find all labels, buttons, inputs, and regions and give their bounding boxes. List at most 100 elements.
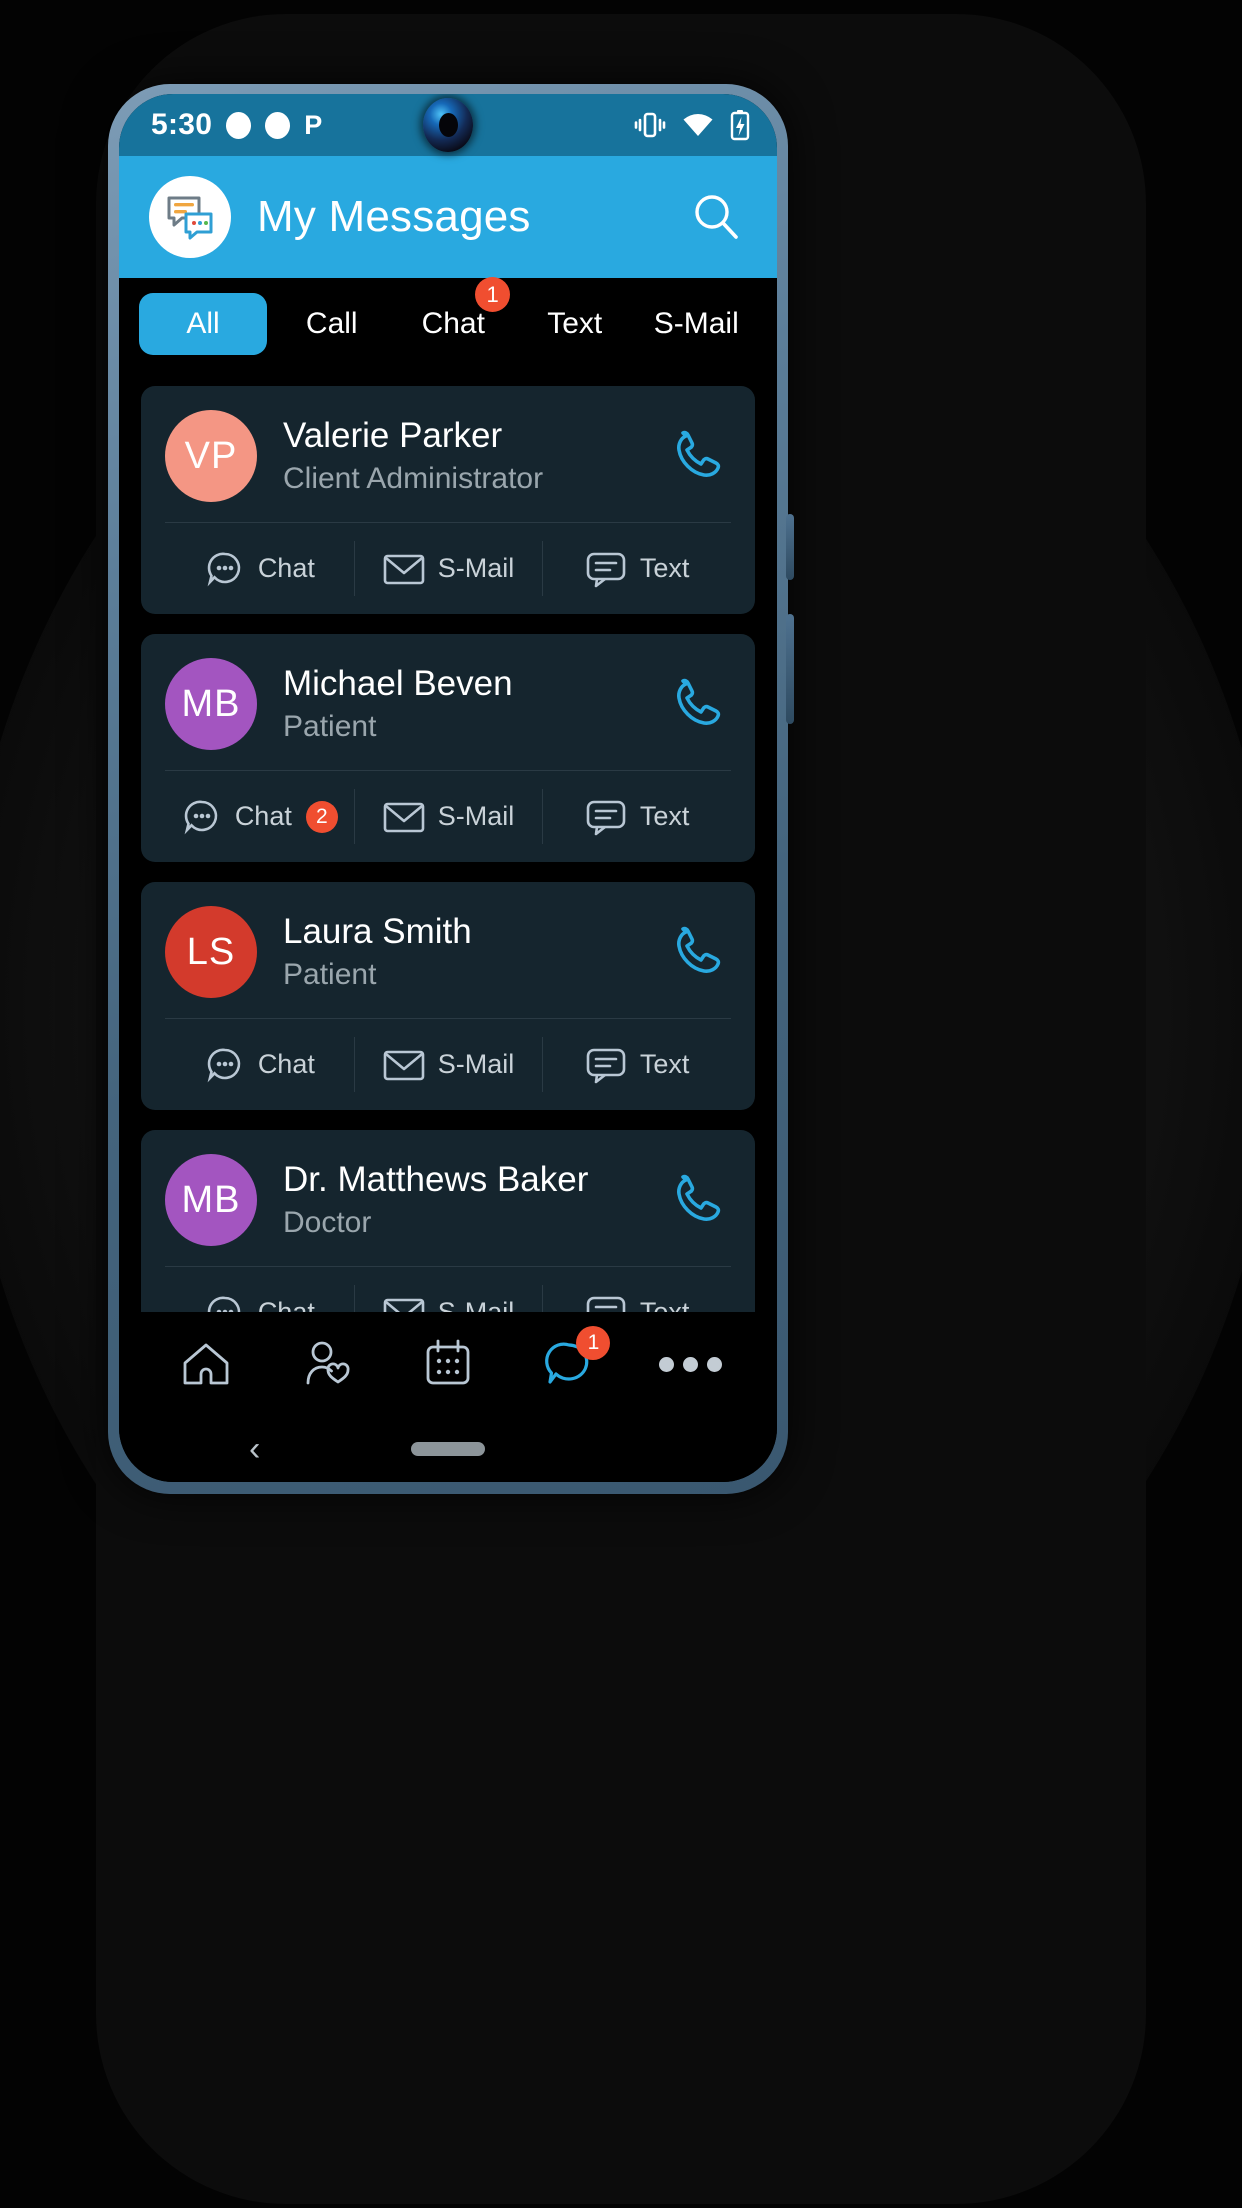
action-label: Text <box>639 1049 690 1079</box>
action-smail[interactable]: S-Mail <box>353 1267 543 1312</box>
contact-name: Dr. Matthews Baker <box>283 1159 589 1199</box>
status-bar-left: 5:30 P <box>151 108 322 142</box>
text-bubble-lines-icon <box>586 1048 626 1083</box>
tab-smail[interactable]: S-Mail <box>636 293 758 355</box>
chat-bubble-dots-icon <box>207 552 241 586</box>
vibrate-icon <box>634 112 666 138</box>
tab-label: S-Mail <box>653 307 739 340</box>
phone-icon[interactable] <box>667 424 731 488</box>
action-smail[interactable]: S-Mail <box>353 523 543 614</box>
chat-bubble-dots-icon <box>184 800 218 834</box>
contact-name: Michael Beven <box>283 663 513 703</box>
phone-frame: 5:30 P My Messages All Call Chat 1 Text … <box>108 84 794 1494</box>
back-button[interactable]: ‹ <box>249 1432 260 1466</box>
messages-logo-icon <box>149 176 231 258</box>
avatar-initials: VP <box>184 434 238 477</box>
contact-summary: MB Dr. Matthews Baker Doctor <box>141 1130 755 1266</box>
nav-home[interactable] <box>145 1312 266 1416</box>
volume-up-button[interactable] <box>786 514 794 580</box>
action-text[interactable]: Text <box>542 771 731 862</box>
text-bubble-lines-icon <box>586 1296 626 1312</box>
nav-messages-badge: 1 <box>576 1326 611 1360</box>
battery-charging-icon <box>730 110 750 141</box>
action-label: Chat <box>234 801 292 831</box>
tab-label: Text <box>547 307 603 340</box>
nav-patient-care[interactable] <box>266 1312 387 1416</box>
avatar: VP <box>165 410 257 502</box>
contact-role: Patient <box>283 957 377 991</box>
nav-calendar[interactable] <box>387 1312 508 1416</box>
tab-text[interactable]: Text <box>514 293 636 355</box>
contact-summary: VP Valerie Parker Client Administrator <box>141 386 755 522</box>
contact-card[interactable]: MB Dr. Matthews Baker Doctor Chat S-Mail… <box>141 1130 755 1312</box>
action-label: Text <box>639 801 690 831</box>
phone-icon[interactable] <box>667 672 731 736</box>
calendar-icon <box>426 1339 470 1385</box>
action-label: Text <box>639 1297 690 1312</box>
action-text[interactable]: Text <box>542 1019 731 1110</box>
contact-card[interactable]: VP Valerie Parker Client Administrator C… <box>141 386 755 614</box>
contact-details: Laura Smith Patient <box>283 911 641 994</box>
tab-call[interactable]: Call <box>271 293 393 355</box>
bottom-navigation: 1 <box>119 1312 777 1416</box>
envelope-icon <box>383 802 425 832</box>
action-smail[interactable]: S-Mail <box>353 1019 543 1110</box>
contact-card[interactable]: LS Laura Smith Patient Chat S-Mail Text <box>141 882 755 1110</box>
patient-care-icon <box>306 1341 350 1385</box>
app-header: My Messages <box>119 156 777 278</box>
front-camera-punch-hole <box>423 98 473 152</box>
action-chat[interactable]: Chat <box>165 1019 354 1110</box>
tab-all[interactable]: All <box>139 293 267 355</box>
action-chat[interactable]: Chat <box>165 523 354 614</box>
notification-dot-icon <box>226 111 252 139</box>
chat-bubble-dots-icon <box>207 1296 241 1312</box>
phone-screen: 5:30 P My Messages All Call Chat 1 Text … <box>119 94 777 1482</box>
action-label: Chat <box>257 1297 315 1312</box>
avatar: MB <box>165 658 257 750</box>
home-indicator[interactable] <box>411 1442 485 1456</box>
contact-actions: Chat 2 S-Mail Text <box>165 770 731 862</box>
contact-summary: MB Michael Beven Patient <box>141 634 755 770</box>
action-smail[interactable]: S-Mail <box>353 771 543 862</box>
contact-name: Valerie Parker <box>283 415 503 455</box>
envelope-icon <box>383 1298 425 1312</box>
notification-dot-icon <box>265 111 291 139</box>
contact-name: Laura Smith <box>283 911 472 951</box>
action-label: S-Mail <box>437 801 515 831</box>
contact-summary: LS Laura Smith Patient <box>141 882 755 1018</box>
action-text[interactable]: Text <box>542 523 731 614</box>
volume-down-button[interactable] <box>786 614 794 724</box>
action-label: S-Mail <box>437 1049 515 1079</box>
search-icon[interactable] <box>685 186 747 248</box>
text-bubble-lines-icon <box>586 552 626 587</box>
nav-more[interactable] <box>630 1312 751 1416</box>
action-label: Chat <box>257 1049 315 1079</box>
tab-chat[interactable]: Chat 1 <box>393 277 515 355</box>
action-chat[interactable]: Chat 2 <box>165 771 354 862</box>
avatar-initials: MB <box>181 1178 241 1221</box>
phone-icon[interactable] <box>667 920 731 984</box>
contact-actions: Chat S-Mail Text <box>165 1266 731 1312</box>
envelope-icon <box>383 554 425 584</box>
contact-card[interactable]: MB Michael Beven Patient Chat 2 S-Mail T… <box>141 634 755 862</box>
envelope-icon <box>383 1050 425 1080</box>
phone-icon[interactable] <box>667 1168 731 1232</box>
system-navigation-bar: ‹ <box>119 1416 777 1482</box>
avatar-initials: LS <box>186 930 236 973</box>
contact-list[interactable]: VP Valerie Parker Client Administrator C… <box>119 370 777 1312</box>
p-indicator-icon: P <box>304 109 323 140</box>
contact-role: Patient <box>283 709 377 743</box>
action-text[interactable]: Text <box>542 1267 731 1312</box>
action-chat[interactable]: Chat <box>165 1267 354 1312</box>
tab-chat-badge: 1 <box>475 277 511 312</box>
nav-messages[interactable]: 1 <box>509 1312 630 1416</box>
page-title: My Messages <box>257 192 531 241</box>
contact-actions: Chat S-Mail Text <box>165 522 731 614</box>
status-bar-clock: 5:30 <box>151 108 213 141</box>
action-chat-badge: 2 <box>305 800 338 833</box>
avatar-initials: MB <box>181 682 241 725</box>
action-label: S-Mail <box>437 1297 515 1312</box>
action-label: Text <box>639 553 690 583</box>
tab-label: Chat <box>421 307 485 340</box>
text-bubble-lines-icon <box>586 800 626 835</box>
